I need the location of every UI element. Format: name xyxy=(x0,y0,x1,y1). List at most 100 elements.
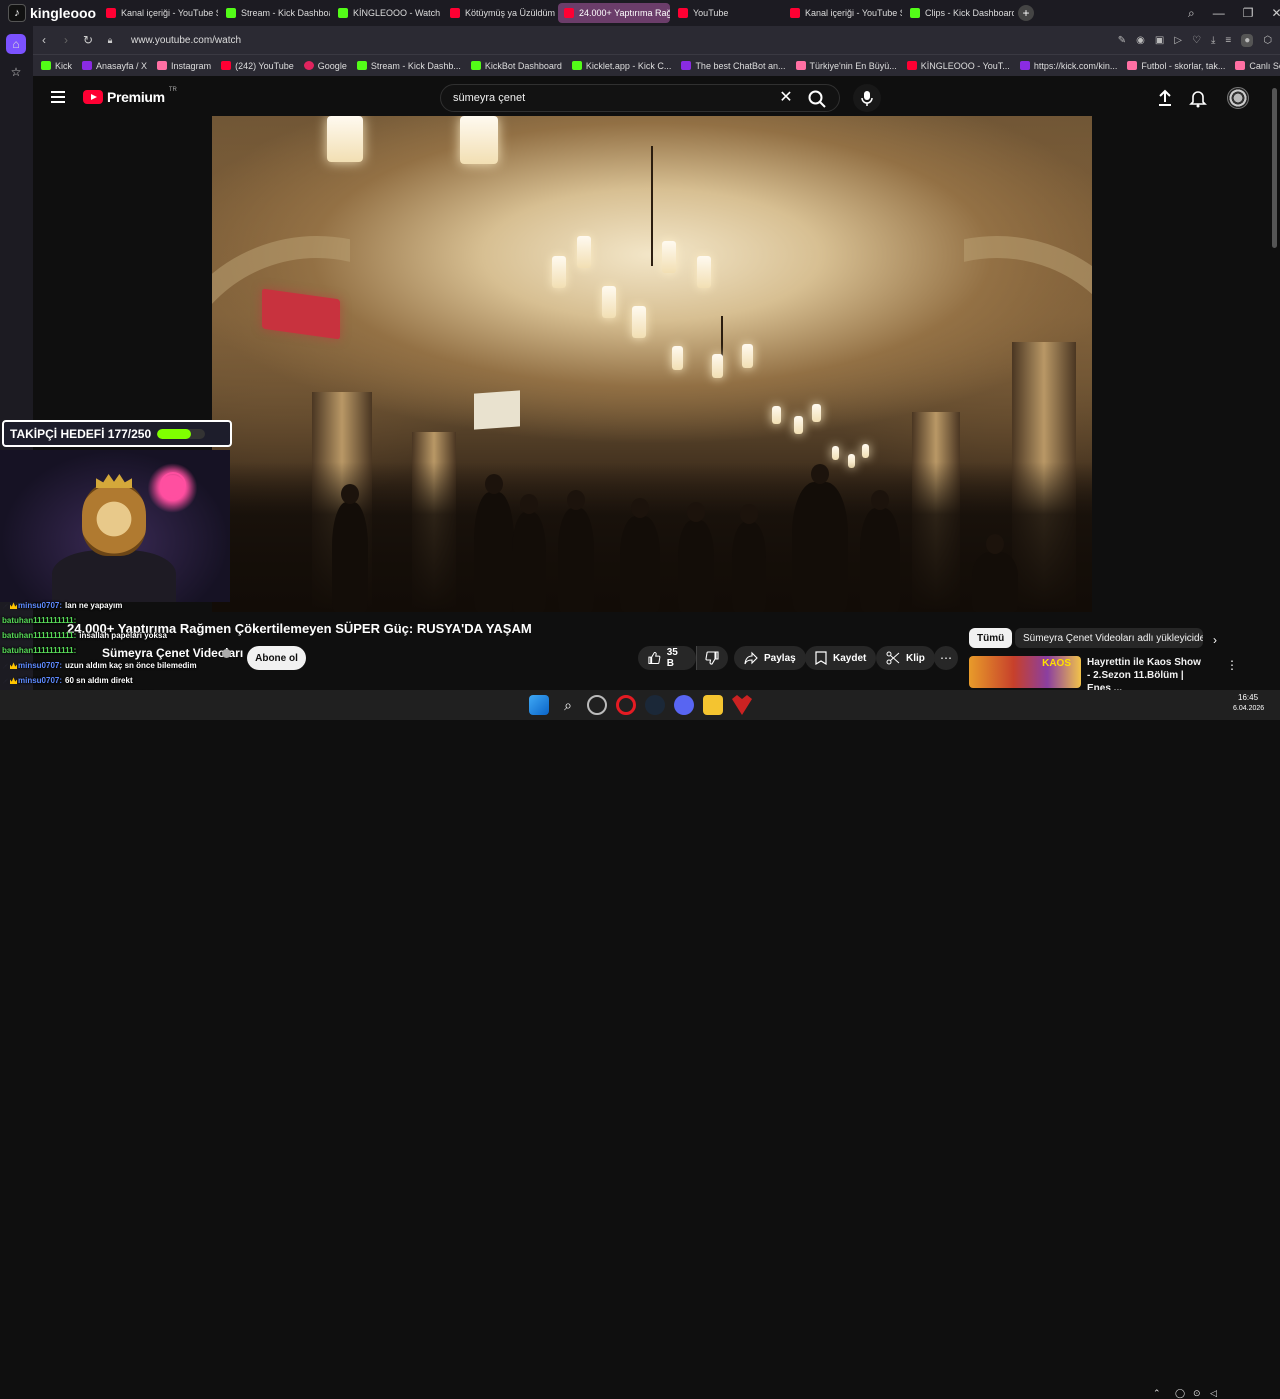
bookmark-item[interactable]: Anasayfa / X xyxy=(82,61,147,71)
save-button[interactable]: Kaydet xyxy=(805,646,876,670)
more-actions-icon[interactable]: ⋯ xyxy=(934,646,958,670)
video-frame-person xyxy=(620,516,660,612)
chevron-up-icon[interactable]: ⌃ xyxy=(1153,1388,1161,1399)
home-icon[interactable]: ⌂ xyxy=(6,34,26,54)
search-input[interactable] xyxy=(453,85,773,111)
browser-tab[interactable]: 24.000+ Yaptırıma Rağme xyxy=(558,3,670,23)
heart-icon[interactable]: ♡ xyxy=(1192,35,1201,46)
microphone-tray-icon[interactable]: ⊙ xyxy=(1193,1388,1201,1399)
notifications-bell-icon[interactable] xyxy=(1188,88,1208,108)
cube-icon[interactable]: ▣ xyxy=(1155,35,1164,46)
avatar-body xyxy=(52,550,176,602)
bookmark-item[interactable]: KickBot Dashboard xyxy=(471,61,562,71)
volume-icon[interactable]: ◁ xyxy=(1210,1388,1217,1399)
chat-username: minsu0707: xyxy=(18,601,62,610)
discord-icon[interactable] xyxy=(674,695,694,715)
bookmark-item[interactable]: Futbol - skorlar, tak... xyxy=(1127,61,1225,71)
dislike-button[interactable] xyxy=(696,646,728,670)
chat-username: batuhan1111111111: xyxy=(2,646,76,655)
hamburger-menu-icon[interactable] xyxy=(51,88,69,106)
app-icon[interactable] xyxy=(587,695,607,715)
start-icon[interactable] xyxy=(529,695,549,715)
youtube-logo[interactable]: Premium TR xyxy=(83,89,177,105)
bookmark-item[interactable]: Kick xyxy=(41,61,72,71)
chat-text: 60 sn aldım direkt xyxy=(65,676,133,685)
clip-button[interactable]: Klip xyxy=(876,646,935,670)
search-icon[interactable] xyxy=(807,89,827,109)
search-tabs-icon[interactable]: ⌕ xyxy=(1188,6,1195,21)
menu-icon[interactable]: ≡ xyxy=(1225,35,1231,46)
browser-tab[interactable]: Clips - Kick Dashboard xyxy=(904,3,1014,23)
edit-icon[interactable]: ✎ xyxy=(1118,35,1126,46)
scrollbar-thumb[interactable] xyxy=(1272,88,1277,248)
recommendation-thumbnail[interactable]: KAOS xyxy=(969,656,1081,688)
bookmark-item[interactable]: Türkiye'nin En Büyü... xyxy=(796,61,897,71)
kick-icon xyxy=(910,8,920,18)
steam-icon[interactable] xyxy=(645,695,665,715)
kick-icon xyxy=(338,8,348,18)
download-icon[interactable]: ⤓ xyxy=(1211,35,1215,46)
camera-icon[interactable]: ◉ xyxy=(1136,35,1145,46)
new-tab-button[interactable]: + xyxy=(1018,5,1034,21)
minimize-icon[interactable]: — xyxy=(1213,6,1225,20)
logo-region: TR xyxy=(169,87,177,93)
forward-icon[interactable]: › xyxy=(55,29,77,51)
browser-tab[interactable]: Stream - Kick Dashboard xyxy=(220,3,330,23)
search-taskbar-icon[interactable]: ⌕ xyxy=(558,695,578,715)
account-avatar[interactable] xyxy=(1227,87,1249,109)
url-field[interactable]: www.youtube.com/watch xyxy=(131,35,241,46)
bookmark-item[interactable]: Stream - Kick Dashb... xyxy=(357,61,461,71)
share-label: Paylaş xyxy=(764,653,796,664)
browser-tab[interactable]: Kanal içeriği - YouTube Stu xyxy=(784,3,902,23)
chat-message: minsu0707:uzun aldım kaç sn önce bilemed… xyxy=(2,661,197,670)
tab-label: Kötüymüş ya Üzüldüm Be xyxy=(465,8,556,18)
back-icon[interactable]: ‹ xyxy=(33,29,55,51)
bookmark-item[interactable]: The best ChatBot an... xyxy=(681,61,785,71)
lock-icon: 🔒︎ xyxy=(99,29,121,51)
bookmark-item[interactable]: (242) YouTube xyxy=(221,61,294,71)
clock-time[interactable]: 16:45 xyxy=(1238,693,1258,702)
bookmark-item[interactable]: Instagram xyxy=(157,61,211,71)
video-player[interactable] xyxy=(212,116,1092,612)
bookmark-item[interactable]: Canlı Sonuçlar - İdd... xyxy=(1235,61,1280,71)
video-frame-person xyxy=(678,520,714,612)
browser-tab[interactable]: Kanal içeriği - YouTube Stu xyxy=(100,3,218,23)
page-scrollbar[interactable] xyxy=(1272,82,1277,694)
youtube-icon xyxy=(106,8,116,18)
more-vert-icon[interactable]: ⋮ xyxy=(1226,658,1236,672)
bookmark-item[interactable]: https://kick.com/kin... xyxy=(1020,61,1118,71)
star-icon[interactable]: ☆ xyxy=(6,62,26,82)
bookmark-label: Kick xyxy=(55,61,72,71)
profile-icon[interactable]: ● xyxy=(1241,34,1253,47)
browser-tab-strip: ♪ kingleooo Kanal içeriği - YouTube StuS… xyxy=(0,0,1280,26)
bookmark-label: KİNGLEOOO - YouT... xyxy=(921,61,1010,71)
chevron-right-icon[interactable]: › xyxy=(1213,633,1227,647)
folder-icon[interactable] xyxy=(703,695,723,715)
bookmark-item[interactable]: Google xyxy=(304,61,347,71)
like-button[interactable]: 35 B xyxy=(638,646,696,670)
play-icon[interactable]: ▷ xyxy=(1174,35,1182,46)
clear-search-icon[interactable]: ✕ xyxy=(778,90,794,106)
game-icon[interactable] xyxy=(732,695,752,715)
share-icon xyxy=(744,651,758,665)
extensions-icon[interactable]: ⬡ xyxy=(1263,35,1272,46)
chat-text: lan ne yapayım xyxy=(65,601,122,610)
opera-icon[interactable] xyxy=(616,695,636,715)
restore-icon[interactable]: ❐ xyxy=(1243,6,1254,20)
windows-taskbar: ⌕ ⌃ ◯ ⊙ ◁ xyxy=(0,690,1280,720)
reload-icon[interactable]: ↻ xyxy=(77,29,99,51)
browser-tab[interactable]: Kötüymüş ya Üzüldüm Be xyxy=(444,3,556,23)
chip-from-uploader[interactable]: Sümeyra Çenet Videoları adlı yükleyicide… xyxy=(1015,628,1203,648)
share-button[interactable]: Paylaş xyxy=(734,646,806,670)
close-window-icon[interactable]: ✕ xyxy=(1272,6,1280,20)
video-frame-person xyxy=(558,508,594,612)
clock-date[interactable]: 6.04.2026 xyxy=(1233,705,1264,712)
bookmark-item[interactable]: KİNGLEOOO - YouT... xyxy=(907,61,1010,71)
bookmark-item[interactable]: Kicklet.app - Kick C... xyxy=(572,61,672,71)
network-icon[interactable]: ◯ xyxy=(1175,1388,1185,1399)
upload-icon[interactable] xyxy=(1155,88,1175,108)
microphone-icon[interactable] xyxy=(853,84,881,112)
chip-all[interactable]: Tümü xyxy=(969,628,1012,648)
browser-tab[interactable]: KİNGLEOOO - Watch clips xyxy=(332,3,442,23)
browser-tab[interactable]: YouTube xyxy=(672,3,782,23)
